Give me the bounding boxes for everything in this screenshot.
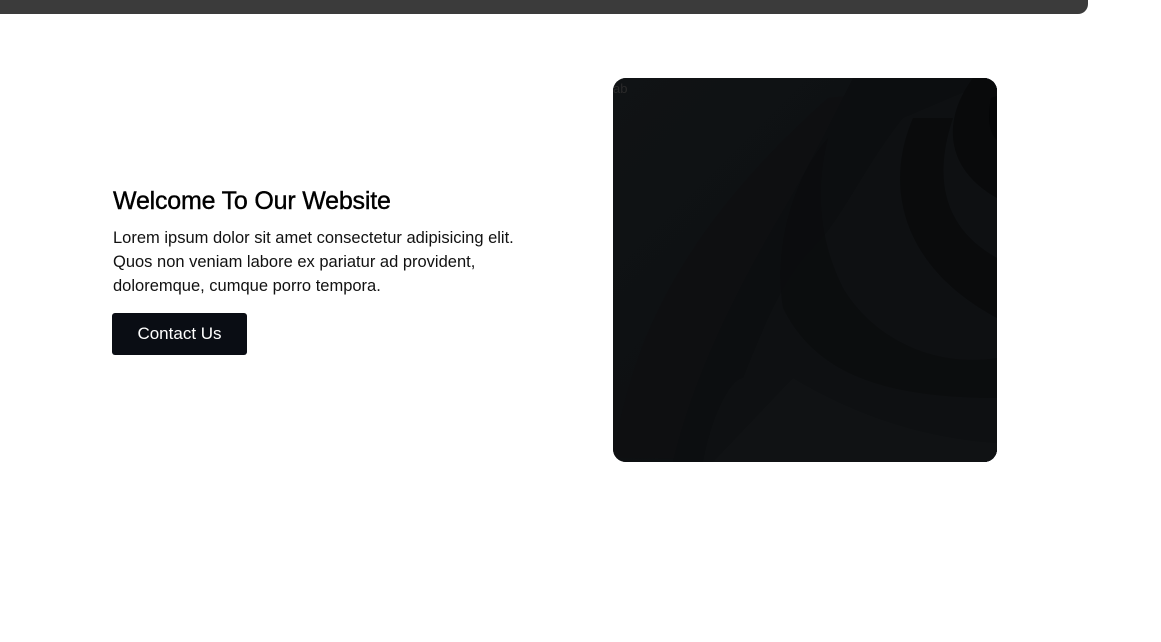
image-alt-text: ab	[613, 81, 628, 96]
hero-image: ab	[613, 78, 997, 462]
abstract-waves-graphic	[613, 78, 997, 462]
hero-title: Welcome To Our Website	[113, 187, 391, 215]
contact-us-button[interactable]: Contact Us	[112, 313, 247, 355]
hero-text-block: Welcome To Our Website Lorem ipsum dolor…	[113, 186, 553, 298]
hero-description: Lorem ipsum dolor sit amet consectetur a…	[113, 229, 514, 295]
browser-toolbar-edge	[0, 0, 1088, 14]
browser-top-bar	[0, 0, 1161, 14]
